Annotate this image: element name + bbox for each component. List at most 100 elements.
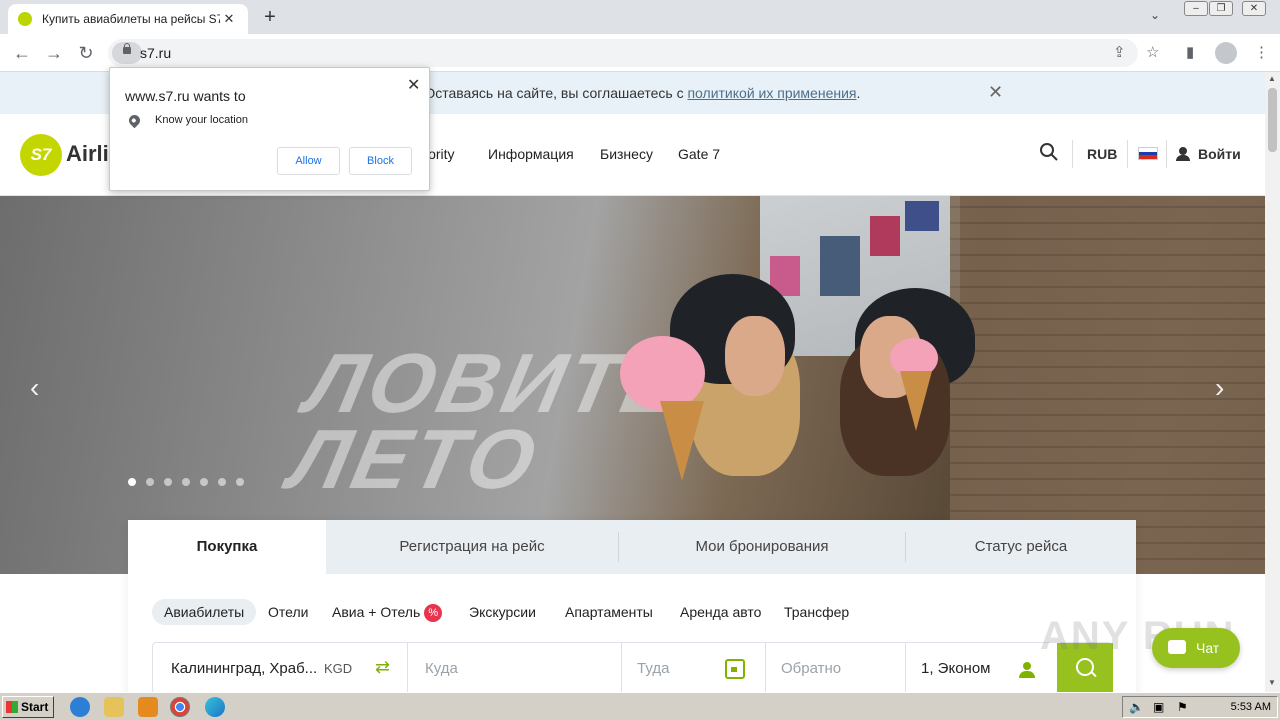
start-button[interactable]: Start [2, 696, 54, 718]
category-flight-hotel[interactable]: Авиа + Отель% [332, 599, 443, 625]
slide-dot[interactable] [236, 478, 244, 486]
swap-icon[interactable]: ⇄ [375, 657, 390, 678]
chat-label: Чат [1196, 640, 1220, 656]
login-button[interactable]: Войти [1176, 146, 1241, 162]
ie-icon[interactable] [70, 697, 90, 717]
cookie-policy-link[interactable]: политикой их применения [687, 85, 856, 101]
new-tab-button[interactable]: + [258, 5, 282, 29]
scrollbar-thumb[interactable] [1268, 88, 1277, 152]
return-date-field[interactable]: Обратно [781, 643, 841, 695]
nav-gate7[interactable]: Gate 7 [678, 146, 720, 162]
slide-dot[interactable] [128, 478, 136, 486]
cookie-suffix: . [856, 85, 861, 101]
nav-info[interactable]: Информация [488, 146, 574, 162]
location-pin-icon [126, 112, 143, 129]
calendar-icon[interactable] [725, 659, 745, 679]
slide-dot[interactable] [182, 478, 190, 486]
window-close-icon[interactable]: ✕ [1242, 1, 1266, 16]
forward-arrow-icon[interactable]: → [41, 40, 67, 66]
discount-badge: % [424, 604, 443, 622]
chat-icon [1168, 640, 1186, 654]
slide-dot[interactable] [200, 478, 208, 486]
bookmark-star-icon[interactable]: ☆ [1146, 43, 1159, 61]
location-permission-popup: www.s7.ru wants to ✕ Know your location … [109, 67, 430, 191]
search-icon[interactable] [1039, 142, 1059, 162]
s7-logo[interactable]: S7 [20, 134, 62, 176]
minimize-icon[interactable]: – [1184, 1, 1208, 16]
flag-icon[interactable]: ⚑ [1177, 700, 1188, 714]
hero-next-arrow-icon[interactable]: › [1215, 372, 1224, 404]
tab-list-chevron-icon[interactable]: ⌄ [1150, 8, 1160, 22]
category-transfer[interactable]: Трансфер [784, 599, 849, 625]
field-divider [407, 643, 408, 695]
edge-icon[interactable] [205, 697, 225, 717]
side-panel-icon[interactable]: ▮ [1186, 43, 1194, 61]
page-scrollbar[interactable]: ▲ ▼ [1265, 72, 1280, 692]
ice-cream-cone [660, 401, 704, 481]
url-text: s7.ru [140, 45, 172, 61]
browser-menu-icon[interactable]: ⋮ [1254, 43, 1269, 61]
permission-close-icon[interactable]: ✕ [407, 75, 420, 95]
allow-button[interactable]: Allow [277, 147, 340, 175]
tab-title: Купить авиабилеты на рейсы S7 А [42, 12, 220, 26]
category-car-rental[interactable]: Аренда авто [680, 599, 761, 625]
tab-close-icon[interactable]: ✕ [220, 11, 238, 27]
category-hotels[interactable]: Отели [268, 599, 308, 625]
share-icon[interactable]: ⇪ [1113, 43, 1126, 61]
header-divider [1072, 140, 1073, 168]
nav-business[interactable]: Бизнесу [600, 146, 653, 162]
lock-icon[interactable] [112, 42, 142, 64]
category-flights[interactable]: Авиабилеты [152, 599, 257, 625]
scroll-up-icon[interactable]: ▲ [1268, 74, 1276, 83]
passenger-icon [1019, 662, 1035, 678]
login-label: Войти [1198, 146, 1241, 162]
volume-icon[interactable]: 🔈 [1129, 700, 1144, 714]
currency-selector[interactable]: RUB [1087, 146, 1117, 162]
browser-tab[interactable]: Купить авиабилеты на рейсы S7 А ✕ [8, 4, 248, 34]
s7-favicon-icon [18, 12, 32, 26]
logo-text[interactable]: Airli [66, 141, 109, 167]
cookie-close-icon[interactable]: ✕ [988, 82, 1003, 103]
slide-dot[interactable] [218, 478, 226, 486]
permission-title: www.s7.ru wants to [125, 88, 246, 104]
chrome-icon[interactable] [170, 697, 190, 717]
system-tray: 🔈 ▣ ⚑ 5:53 AM [1122, 696, 1278, 718]
profile-avatar-icon[interactable] [1215, 42, 1237, 64]
tab-divider [905, 532, 906, 562]
slide-dot[interactable] [164, 478, 172, 486]
back-arrow-icon[interactable]: ← [9, 40, 35, 66]
chat-button[interactable]: Чат [1152, 628, 1240, 668]
network-icon[interactable]: ▣ [1153, 700, 1164, 714]
category-excursions[interactable]: Экскурсии [469, 599, 536, 625]
field-divider [765, 643, 766, 695]
block-button[interactable]: Block [349, 147, 412, 175]
category-apartments[interactable]: Апартаменты [565, 599, 653, 625]
slide-dot[interactable] [146, 478, 154, 486]
clock: 5:53 AM [1230, 701, 1271, 713]
tab-divider [618, 532, 619, 562]
ice-cream [620, 336, 705, 411]
tab-flight-status[interactable]: Статус рейса [906, 520, 1136, 574]
restore-icon[interactable]: ❐ [1209, 1, 1233, 16]
address-bar[interactable]: s7.ru ⇪ [108, 39, 1138, 67]
reload-icon[interactable]: ↻ [73, 40, 99, 66]
destination-field[interactable]: Куда [425, 643, 458, 695]
media-player-icon[interactable] [138, 697, 158, 717]
depart-date-field[interactable]: Туда [637, 643, 669, 695]
browser-tab-bar: Купить авиабилеты на рейсы S7 А ✕ + ⌄ – … [0, 0, 1280, 34]
tab-checkin[interactable]: Регистрация на рейс [326, 520, 618, 574]
origin-field[interactable]: Калининград, Храб... [171, 643, 317, 695]
folder-icon[interactable] [104, 697, 124, 717]
hero-banner[interactable]: ЛОВИТЕ ЛЕТО ‹ › [0, 196, 1265, 574]
laundry-shirt [820, 236, 860, 296]
laundry-shirt [905, 201, 939, 231]
taskbar: Start 🔈 ▣ ⚑ 5:53 AM [0, 692, 1280, 720]
tab-my-bookings[interactable]: Мои бронирования [618, 520, 906, 574]
scroll-down-icon[interactable]: ▼ [1268, 678, 1276, 687]
search-form: Калининград, Храб... KGD ⇄ Куда Туда Обр… [152, 642, 1113, 695]
tab-purchase[interactable]: Покупка [128, 520, 326, 574]
passengers-field[interactable]: 1, Эконом [921, 643, 990, 695]
russian-flag-icon[interactable] [1138, 147, 1158, 160]
origin-code: KGD [324, 661, 353, 676]
hero-prev-arrow-icon[interactable]: ‹ [30, 372, 39, 404]
